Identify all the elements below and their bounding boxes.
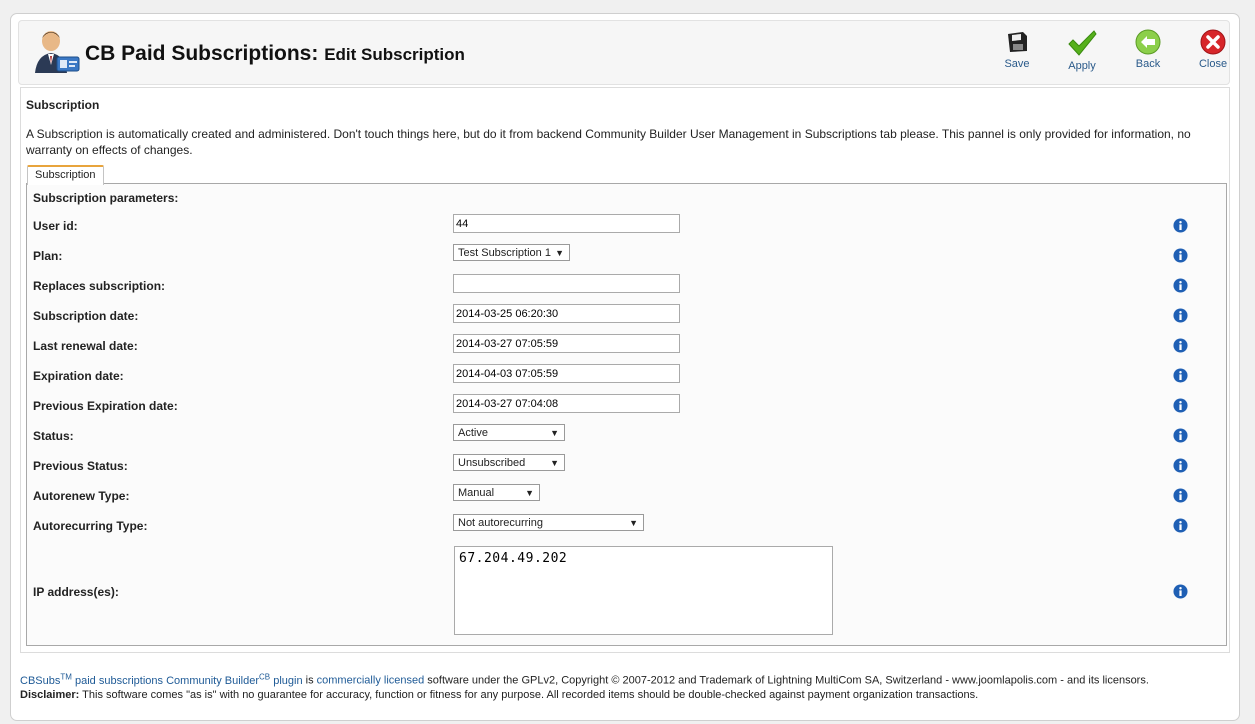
commercially-licensed-link[interactable]: commercially licensed <box>317 675 425 687</box>
field-row-user-id: User id: <box>27 214 1226 238</box>
ip-addresses-label: IP address(es): <box>33 585 119 599</box>
info-icon[interactable] <box>1173 368 1188 383</box>
close-icon <box>1200 29 1226 55</box>
content-area: Subscription A Subscription is automatic… <box>20 87 1230 653</box>
field-row-previous-status: Previous Status: Unsubscribed ▼ <box>27 454 1226 478</box>
cb-sup: CB <box>259 672 271 681</box>
status-label: Status: <box>33 429 74 443</box>
close-label: Close <box>1198 58 1228 70</box>
save-label: Save <box>1004 58 1030 70</box>
footer-disclaimer-line: Disclaimer: This software comes "as is" … <box>20 688 1149 702</box>
autorenew-type-select[interactable]: Manual ▼ <box>453 484 540 501</box>
user-id-label: User id: <box>33 219 78 233</box>
info-icon[interactable] <box>1173 488 1188 503</box>
cbsubs-link[interactable]: CBSubsTM <box>20 672 72 687</box>
footer-license-line: CBSubsTM paid subscriptions Community Bu… <box>20 670 1149 688</box>
subscription-date-label: Subscription date: <box>33 309 139 323</box>
autorenew-type-label: Autorenew Type: <box>33 489 130 503</box>
footer-copyright: software under the GPLv2, Copyright © 20… <box>427 674 1149 687</box>
cbsubs-text: CBSubs <box>20 674 61 687</box>
page-title: CB Paid Subscriptions: Edit Subscription <box>85 42 465 66</box>
user-id-input[interactable] <box>453 214 680 233</box>
chevron-down-icon: ▼ <box>550 428 559 438</box>
field-row-autorecurring-type: Autorecurring Type: Not autorecurring ▼ <box>27 514 1226 538</box>
expiration-date-label: Expiration date: <box>33 369 124 383</box>
field-row-subscription-date: Subscription date: <box>27 304 1226 328</box>
section-description: A Subscription is automatically created … <box>26 127 1191 157</box>
back-arrow-icon <box>1135 29 1161 55</box>
field-row-autorenew-type: Autorenew Type: Manual ▼ <box>27 484 1226 508</box>
autorenew-type-value: Manual <box>458 487 495 499</box>
previous-status-value: Unsubscribed <box>458 457 526 469</box>
disclaimer-text: This software comes "as is" with no guar… <box>82 688 979 701</box>
plan-value: Test Subscription 1 <box>458 247 551 259</box>
autorecurring-type-label: Autorecurring Type: <box>33 519 148 533</box>
status-select[interactable]: Active ▼ <box>453 424 565 441</box>
field-row-status: Status: Active ▼ <box>27 424 1226 448</box>
plugin-text: plugin <box>273 674 303 687</box>
plan-label: Plan: <box>33 249 63 263</box>
last-renewal-date-label: Last renewal date: <box>33 339 138 353</box>
chevron-down-icon: ▼ <box>550 458 559 468</box>
field-row-plan: Plan: Test Subscription 1 ▼ <box>27 244 1226 268</box>
field-row-ip-addresses: IP address(es): 67.204.49.202 <box>27 546 1226 638</box>
user-admin-icon <box>31 27 81 75</box>
info-icon[interactable] <box>1173 518 1188 533</box>
back-label: Back <box>1135 58 1161 70</box>
params-title: Subscription parameters: <box>33 191 179 205</box>
app-title: CB Paid Subscriptions: <box>85 42 319 65</box>
last-renewal-date-input[interactable] <box>453 334 680 353</box>
save-button[interactable]: Save <box>991 29 1043 81</box>
previous-expiration-date-label: Previous Expiration date: <box>33 399 178 413</box>
subscription-date-input[interactable] <box>453 304 680 323</box>
info-icon[interactable] <box>1173 308 1188 323</box>
autorecurring-type-value: Not autorecurring <box>458 517 543 529</box>
page-header: CB Paid Subscriptions: Edit Subscription… <box>18 20 1230 85</box>
admin-panel: CB Paid Subscriptions: Edit Subscription… <box>10 13 1240 721</box>
close-button[interactable]: Close <box>1187 29 1239 81</box>
plan-select[interactable]: Test Subscription 1 ▼ <box>453 244 570 261</box>
status-value: Active <box>458 427 488 439</box>
previous-status-label: Previous Status: <box>33 459 128 473</box>
apply-label: Apply <box>1068 60 1096 72</box>
chevron-down-icon: ▼ <box>629 518 638 528</box>
info-icon[interactable] <box>1173 248 1188 263</box>
checkmark-icon <box>1068 30 1097 56</box>
disclaimer-label: Disclaimer: <box>20 688 80 701</box>
replaces-subscription-label: Replaces subscription: <box>33 279 166 293</box>
expiration-date-input[interactable] <box>453 364 680 383</box>
footer: CBSubsTM paid subscriptions Community Bu… <box>20 670 1149 702</box>
previous-expiration-date-input[interactable] <box>453 394 680 413</box>
tab-panel: Subscription parameters: User id: Plan: … <box>26 183 1227 646</box>
floppy-disk-icon <box>1008 32 1027 52</box>
footer-is: is <box>305 674 314 687</box>
tab-subscription[interactable]: Subscription <box>27 165 104 185</box>
trademark-sup: TM <box>60 672 72 681</box>
info-icon[interactable] <box>1173 428 1188 443</box>
field-row-replaces-subscription: Replaces subscription: <box>27 274 1226 298</box>
field-row-expiration-date: Expiration date: <box>27 364 1226 388</box>
info-icon[interactable] <box>1173 398 1188 413</box>
page-subtitle: Edit Subscription <box>324 45 465 64</box>
field-row-previous-expiration-date: Previous Expiration date: <box>27 394 1226 418</box>
paid-subscriptions-text: paid subscriptions Community Builder <box>74 674 260 687</box>
back-button[interactable]: Back <box>1122 29 1174 81</box>
autorecurring-type-select[interactable]: Not autorecurring ▼ <box>453 514 644 531</box>
info-icon[interactable] <box>1173 458 1188 473</box>
info-icon[interactable] <box>1173 338 1188 353</box>
apply-button[interactable]: Apply <box>1056 29 1108 81</box>
ip-addresses-textarea[interactable]: 67.204.49.202 <box>454 546 833 635</box>
info-icon[interactable] <box>1173 278 1188 293</box>
previous-status-select[interactable]: Unsubscribed ▼ <box>453 454 565 471</box>
chevron-down-icon: ▼ <box>525 488 534 498</box>
paid-subscriptions-link[interactable]: paid subscriptions Community BuilderCB p… <box>74 672 303 687</box>
chevron-down-icon: ▼ <box>555 248 564 258</box>
section-title: Subscription <box>26 98 100 112</box>
info-icon[interactable] <box>1173 584 1188 599</box>
info-icon[interactable] <box>1173 218 1188 233</box>
replaces-subscription-input[interactable] <box>453 274 680 293</box>
field-row-last-renewal-date: Last renewal date: <box>27 334 1226 358</box>
